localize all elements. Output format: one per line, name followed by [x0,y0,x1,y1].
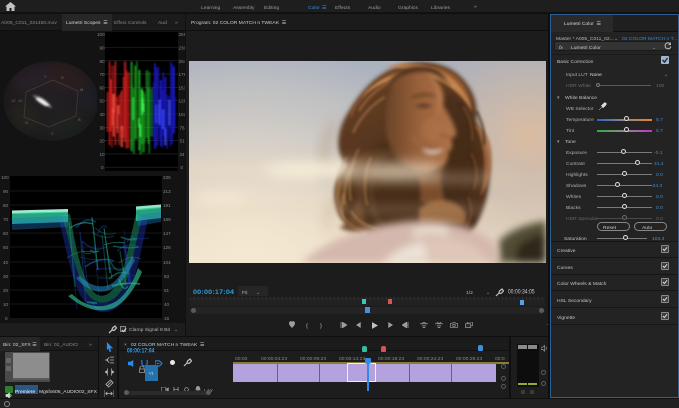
svg-text:61: 61 [164,288,170,293]
svg-text:M: M [80,87,83,92]
svg-text:235: 235 [163,175,171,180]
svg-text:G: G [25,120,28,125]
svg-text:30: 30 [100,125,106,130]
svg-text:191: 191 [163,203,171,208]
svg-text:10: 10 [3,302,9,307]
svg-text:80: 80 [100,59,106,64]
svg-text:90: 90 [100,46,106,51]
svg-text:60: 60 [3,231,9,236]
svg-text:90: 90 [3,189,9,194]
svg-text:Y: Y [44,74,47,79]
svg-text:0: 0 [101,165,104,170]
svg-text:30: 30 [3,274,9,279]
svg-text:126: 126 [163,245,171,250]
svg-text:20: 20 [3,288,9,293]
svg-text:70: 70 [100,72,106,77]
svg-text:213: 213 [163,189,171,194]
svg-text:0: 0 [5,316,8,321]
svg-text:20: 20 [100,139,106,144]
svg-text:60: 60 [100,85,106,90]
svg-text:50: 50 [3,245,9,250]
svg-text:12: 12 [11,98,16,103]
svg-text:R: R [61,75,64,80]
svg-text:104: 104 [163,260,171,265]
svg-text:16: 16 [164,316,170,321]
svg-text:100: 100 [97,32,105,37]
svg-text:10: 10 [18,98,23,103]
svg-text:169: 169 [163,217,171,222]
svg-text:147: 147 [163,231,171,236]
svg-text:40: 40 [3,260,9,265]
svg-text:50: 50 [100,99,106,104]
svg-text:C: C [51,131,54,136]
svg-text:100: 100 [1,175,9,180]
svg-text:40: 40 [100,112,106,117]
svg-text:80: 80 [3,203,9,208]
svg-text:40: 40 [164,302,170,307]
svg-text:0: 0 [181,165,184,170]
svg-text:83: 83 [164,274,170,279]
svg-text:B: B [78,117,81,122]
svg-text:70: 70 [3,217,9,222]
svg-text:10: 10 [100,152,106,157]
